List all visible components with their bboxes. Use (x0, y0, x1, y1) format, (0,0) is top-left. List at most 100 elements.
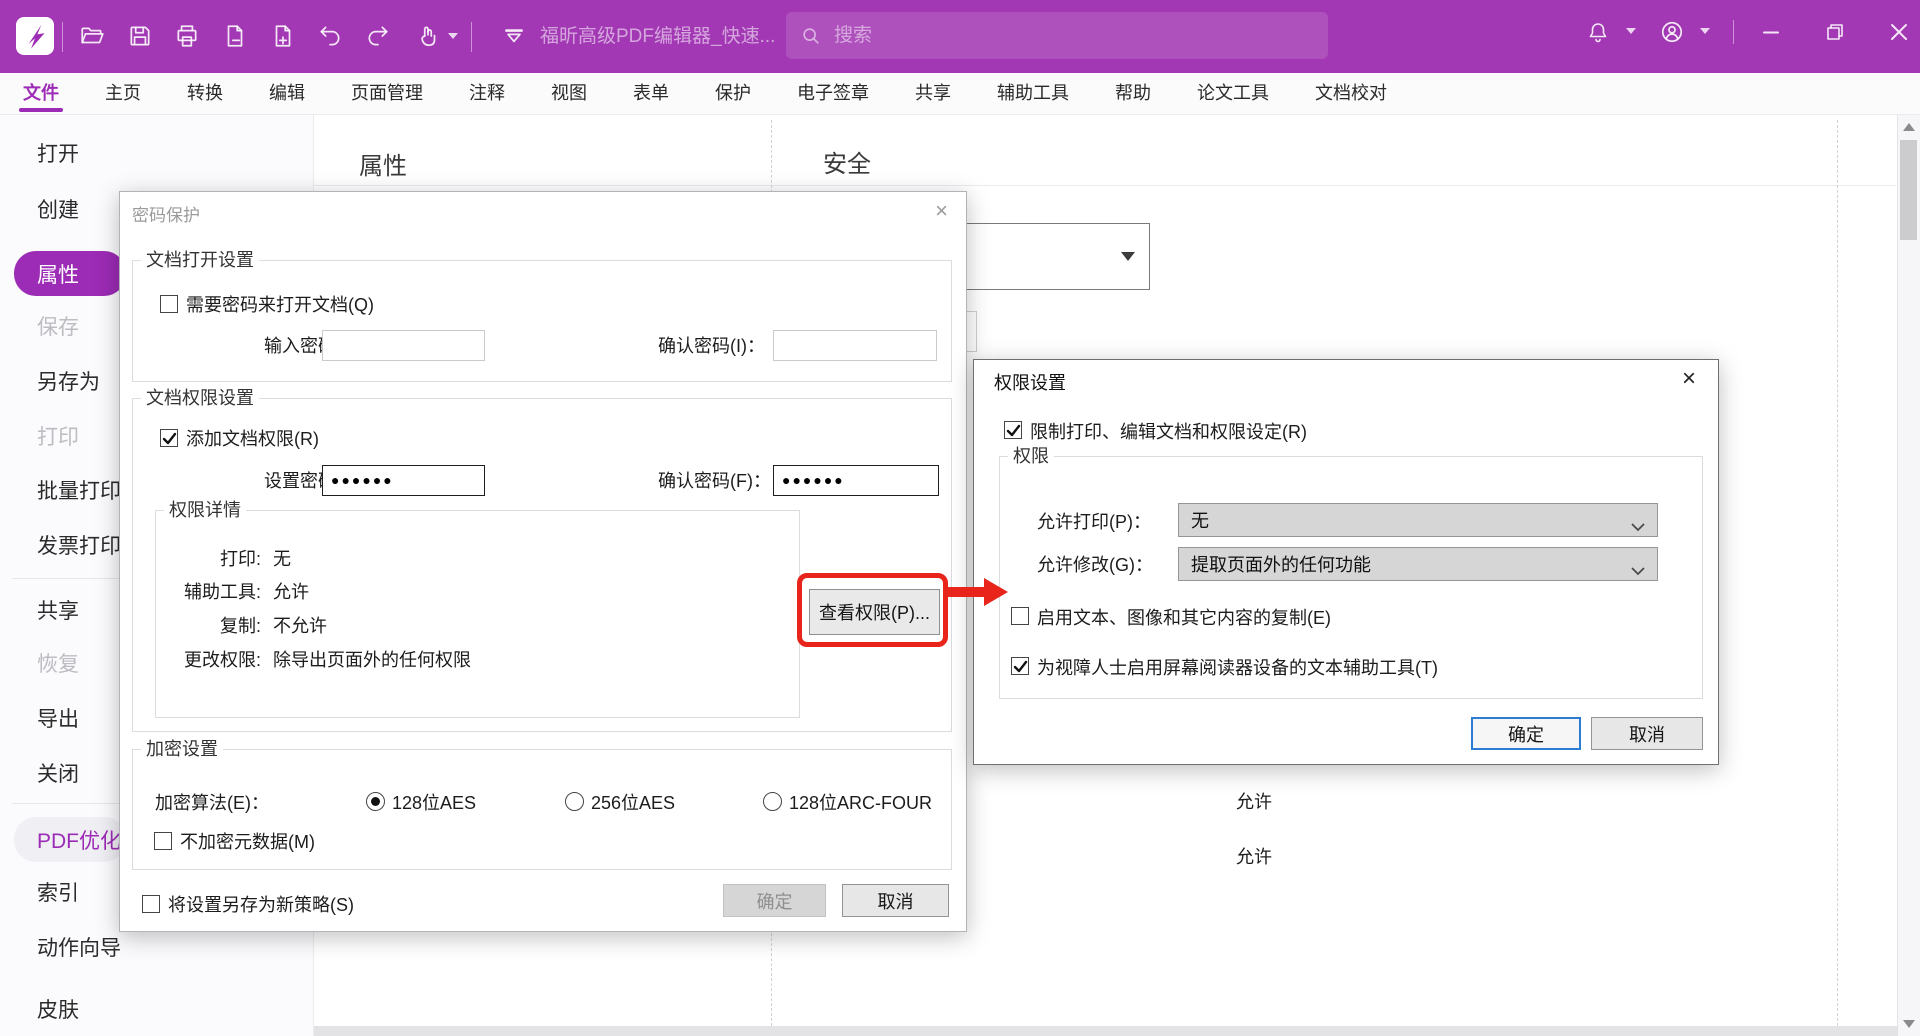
require-password-checkbox[interactable] (160, 295, 178, 313)
enter-password-input[interactable] (322, 330, 485, 361)
sidebar-item-export[interactable]: 导出 (37, 707, 79, 733)
print-icon[interactable] (169, 18, 205, 54)
sidebar-item-properties[interactable]: 属性 (14, 251, 126, 296)
menu-share[interactable]: 共享 (892, 73, 974, 114)
allow-print-select[interactable]: 无 (1178, 503, 1658, 537)
export-page-icon[interactable] (217, 18, 253, 54)
permission-detail-group: 权限详情 打印: 无 辅助工具: 允许 复制: 不允许 更改权限: 除导出页面外… (155, 510, 800, 718)
menu-convert[interactable]: 转换 (164, 73, 246, 114)
quick-access-icon[interactable] (496, 18, 532, 54)
encrypt-algo-label: 加密算法(E)： (155, 791, 269, 815)
restrict-print-edit-label: 限制打印、编辑文档和权限设定(R) (1030, 420, 1307, 444)
menu-edit[interactable]: 编辑 (246, 73, 328, 114)
menu-form[interactable]: 表单 (610, 73, 692, 114)
menu-home[interactable]: 主页 (82, 73, 164, 114)
restore-icon[interactable] (1817, 14, 1853, 50)
enable-copy-checkbox[interactable] (1011, 607, 1029, 625)
minimize-icon[interactable] (1753, 14, 1789, 50)
menubar: 文件 主页 转换 编辑 页面管理 注释 视图 表单 保护 电子签章 共享 辅助工… (0, 73, 1920, 115)
allow-modify-select[interactable]: 提取页面外的任何功能 (1178, 547, 1658, 581)
ok-button[interactable]: 确定 (1471, 717, 1581, 750)
restrict-print-edit-checkbox[interactable] (1004, 421, 1022, 439)
sidebar-item-save-as[interactable]: 另存为 (37, 370, 100, 396)
screen-reader-checkbox[interactable] (1011, 657, 1029, 675)
view-permission-button[interactable]: 查看权限(P)... (809, 589, 940, 635)
hand-tool-caret-icon[interactable] (448, 33, 458, 39)
sidebar-item-skin[interactable]: 皮肤 (37, 998, 79, 1024)
confirm-password-input[interactable] (773, 330, 937, 361)
save-as-policy-label: 将设置另存为新策略(S) (168, 893, 354, 917)
sidebar-item-index[interactable]: 索引 (37, 881, 79, 907)
detail-row-copy: 复制: 不允许 (172, 614, 327, 638)
allow-modify-label: 允许修改(G)： (1037, 553, 1153, 577)
radio-128-arcfour[interactable] (763, 792, 782, 811)
account-icon[interactable] (1654, 14, 1690, 50)
scroll-up-icon[interactable] (1903, 123, 1915, 131)
sidebar-item-create[interactable]: 创建 (37, 198, 79, 224)
set-password-input[interactable]: ●●●●●● (322, 465, 485, 496)
confirm-password-label: 确认密码(I)： (658, 334, 765, 358)
page-title: 属性 (359, 146, 407, 181)
horizontal-scrollbar[interactable] (314, 1026, 1897, 1036)
menu-view[interactable]: 视图 (528, 73, 610, 114)
sidebar-item-invoice-print[interactable]: 发票打印 (37, 534, 121, 560)
scrollbar-thumb[interactable] (1900, 140, 1917, 240)
menu-proofread[interactable]: 文档校对 (1292, 73, 1410, 114)
menu-protect[interactable]: 保护 (692, 73, 774, 114)
security-section-title: 安全 (823, 144, 871, 179)
open-icon[interactable] (74, 18, 110, 54)
sidebar-item-print[interactable]: 打印 (37, 425, 79, 451)
save-icon[interactable] (122, 18, 158, 54)
add-permission-checkbox[interactable] (160, 429, 178, 447)
titlebar: 福昕高级PDF编辑器_快速... (0, 0, 1920, 73)
search-box[interactable] (786, 12, 1328, 59)
active-tab-underline (19, 108, 63, 112)
dialog-title: 权限设置 (994, 369, 1066, 395)
detail-row-accessibility: 辅助工具: 允许 (172, 580, 309, 604)
save-as-policy-checkbox[interactable] (142, 895, 160, 913)
doc-permission-settings-group: 文档权限设置 添加文档权限(R) 设置密码(N)： ●●●●●● 确认密码(F)… (132, 398, 952, 732)
menu-file[interactable]: 文件 (0, 73, 82, 114)
security-value-allow: 允许 (1236, 845, 1272, 869)
menu-paper-tools[interactable]: 论文工具 (1174, 73, 1292, 114)
chevron-down-icon (1121, 252, 1135, 261)
bell-icon[interactable] (1580, 14, 1616, 50)
bell-caret-icon[interactable] (1626, 28, 1636, 34)
sidebar-item-open[interactable]: 打开 (37, 142, 79, 168)
cancel-button[interactable]: 取消 (842, 884, 949, 917)
no-encrypt-metadata-checkbox[interactable] (154, 832, 172, 850)
hand-tool-icon[interactable] (410, 18, 446, 54)
sidebar-item-revert[interactable]: 恢复 (37, 652, 79, 678)
menu-accessibility[interactable]: 辅助工具 (974, 73, 1092, 114)
cancel-button[interactable]: 取消 (1591, 717, 1703, 750)
menu-page-manage[interactable]: 页面管理 (328, 73, 446, 114)
radio-128-aes[interactable] (366, 792, 385, 811)
page-column-divider (1837, 120, 1838, 1026)
sidebar-item-share[interactable]: 共享 (37, 599, 79, 625)
menu-comment[interactable]: 注释 (446, 73, 528, 114)
sidebar-item-action-wizard[interactable]: 动作向导 (37, 936, 121, 962)
vertical-scrollbar[interactable] (1897, 115, 1920, 1036)
document-title: 福昕高级PDF编辑器_快速... (540, 0, 775, 73)
menu-help[interactable]: 帮助 (1092, 73, 1174, 114)
ok-button[interactable]: 确定 (723, 884, 826, 917)
dialog-close-icon[interactable]: × (935, 200, 948, 222)
scroll-down-icon[interactable] (1903, 1020, 1915, 1028)
sidebar-item-save[interactable]: 保存 (37, 315, 79, 341)
radio-128-arcfour-label: 128位ARC-FOUR (789, 791, 932, 815)
dialog-close-icon[interactable]: × (1682, 368, 1696, 390)
radio-256-aes[interactable] (565, 792, 584, 811)
sidebar-item-batch-print[interactable]: 批量打印 (37, 479, 121, 505)
search-input[interactable] (832, 24, 1314, 48)
sidebar-item-close[interactable]: 关闭 (37, 762, 79, 788)
app-logo[interactable] (16, 17, 54, 55)
sidebar-item-pdf-optimize[interactable]: PDF优化 (14, 817, 126, 862)
undo-icon[interactable] (312, 18, 348, 54)
account-caret-icon[interactable] (1700, 28, 1710, 34)
insert-page-icon[interactable] (265, 18, 301, 54)
menu-esign[interactable]: 电子签章 (774, 73, 892, 114)
redo-icon[interactable] (360, 18, 396, 54)
close-icon[interactable] (1881, 14, 1917, 50)
doc-open-settings-group: 文档打开设置 需要密码来打开文档(Q) 输入密码(U)： 确认密码(I)： (132, 260, 952, 382)
confirm-perm-password-input[interactable]: ●●●●●● (773, 465, 939, 496)
